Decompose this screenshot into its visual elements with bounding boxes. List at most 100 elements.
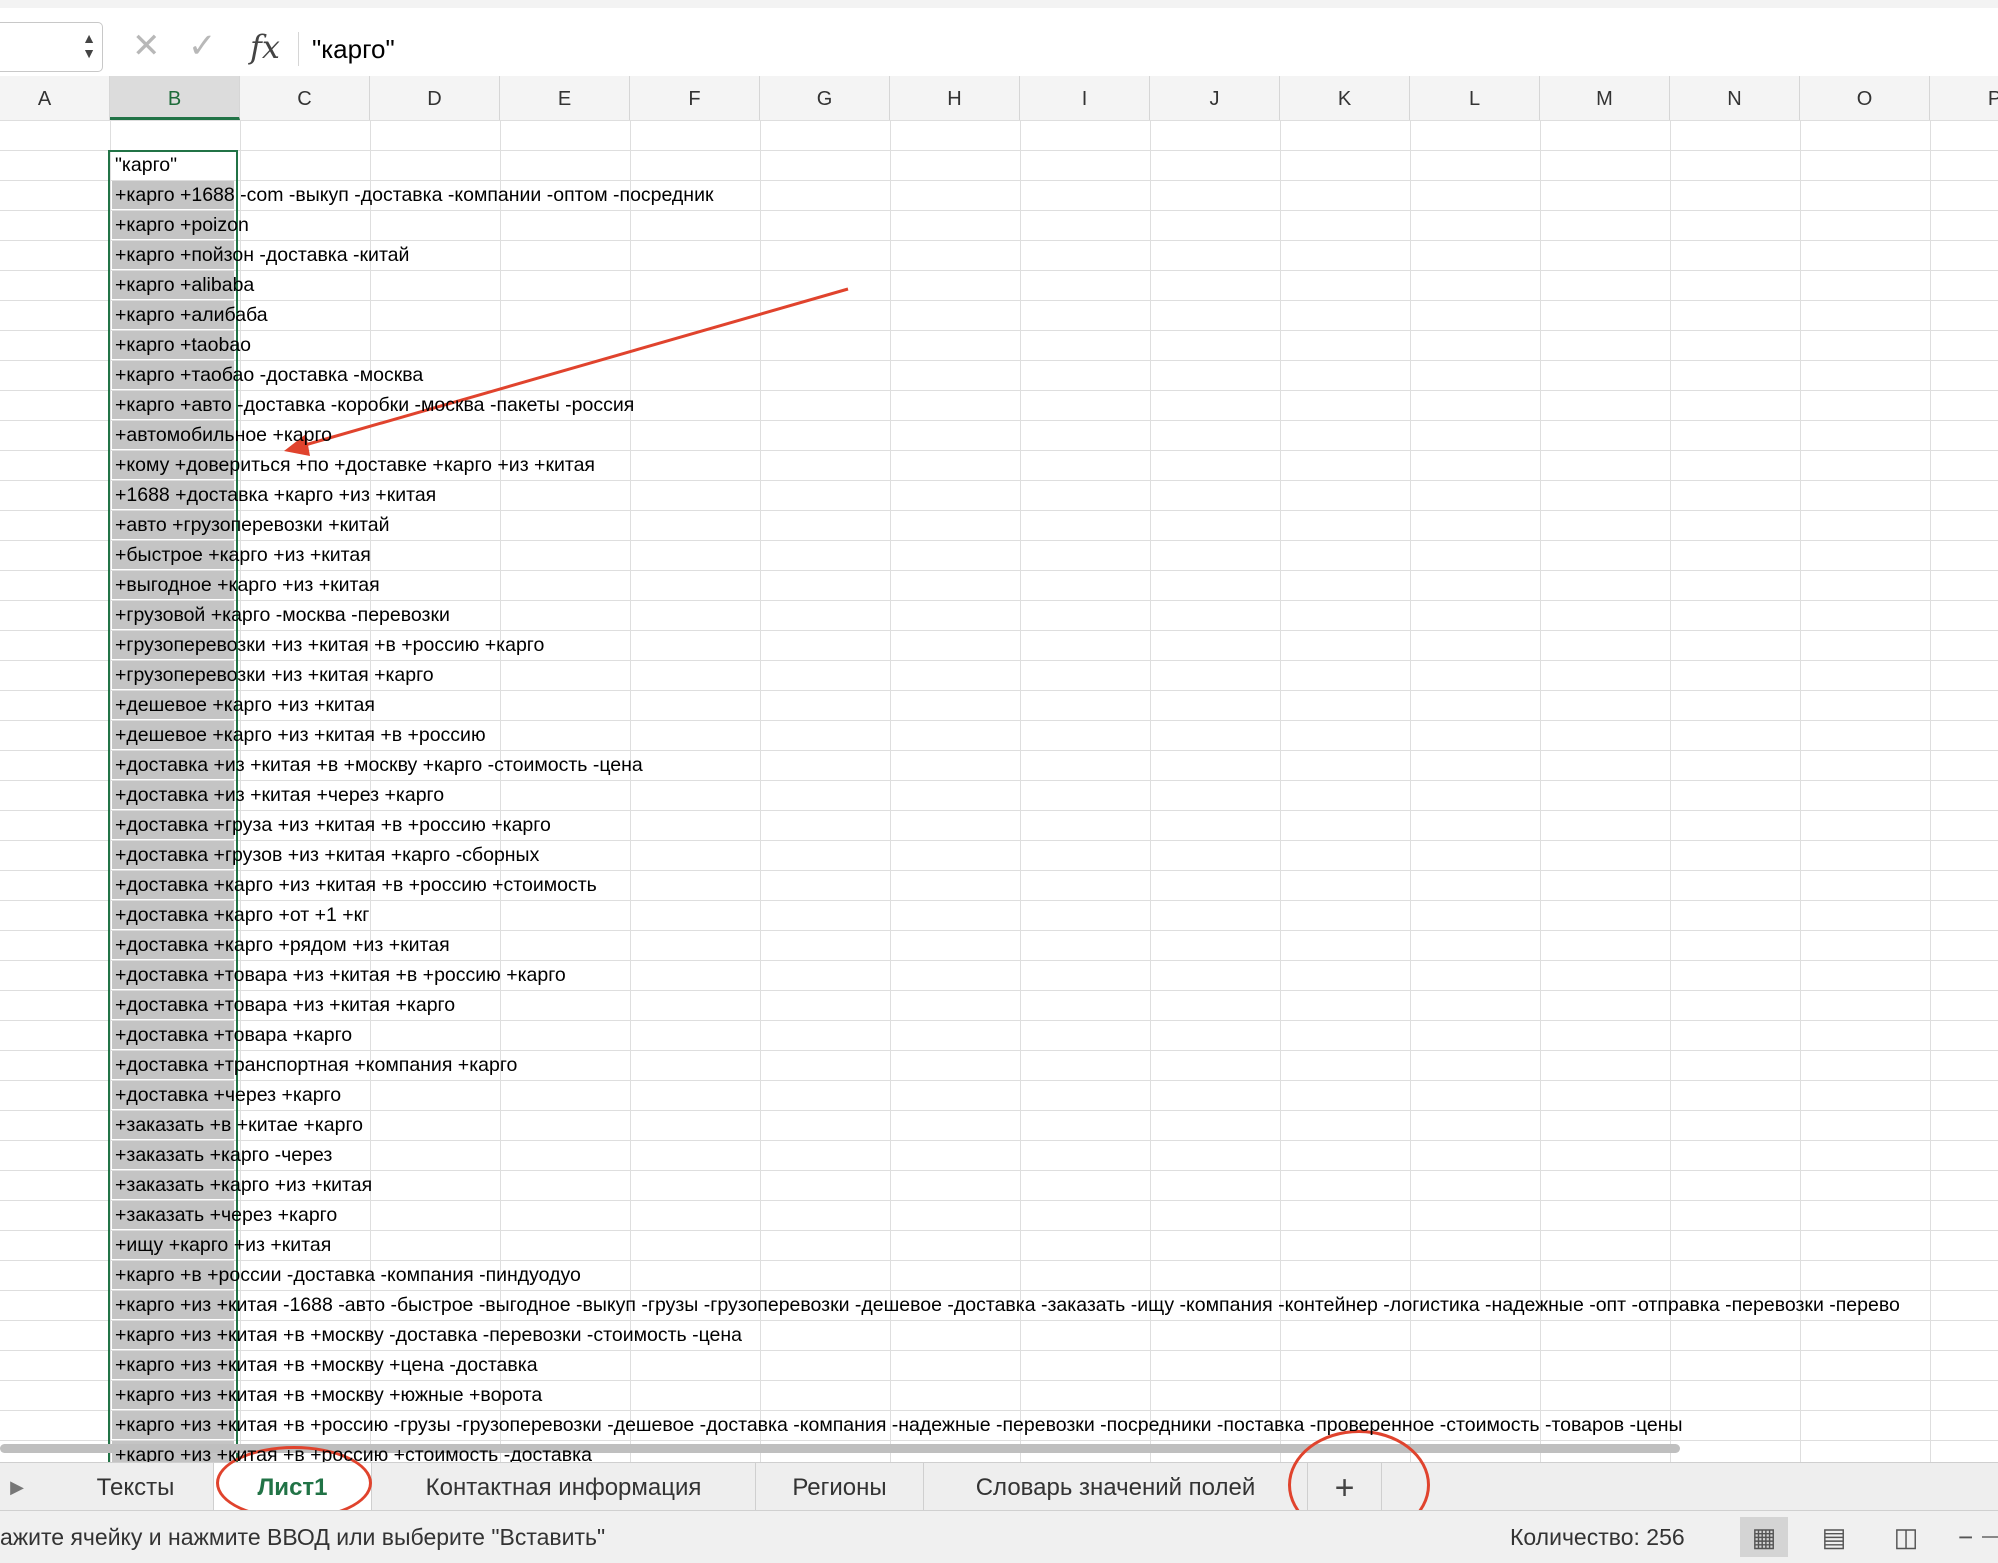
x-icon[interactable]: ✕ [132, 26, 161, 66]
cell-text: +автомобильное +карго [115, 424, 333, 446]
cell-b[interactable]: +доставка +карго +из +китая +в +россию +… [112, 871, 597, 899]
tab-field-dictionary[interactable]: Словарь значений полей [924, 1463, 1308, 1511]
column-header-k[interactable]: K [1280, 76, 1410, 120]
cell-b[interactable]: +карго +из +китая +в +москву +южные +вор… [112, 1381, 542, 1409]
tab-sheet1[interactable]: Лист1 [214, 1463, 372, 1511]
page-layout-icon[interactable]: ▤ [1810, 1517, 1858, 1557]
zoom-out-icon[interactable]: − [1958, 1511, 1973, 1563]
formula-input[interactable]: "карго" [312, 34, 395, 65]
sheet-grid[interactable]: "карго" +карго +1688 -com -выкуп -доставк… [0, 120, 1998, 1462]
column-header-c[interactable]: C [240, 76, 370, 120]
cell-text: +грузовой +карго -москва -перевозки [115, 604, 450, 626]
cell-b[interactable]: +авто +грузоперевозки +китай [112, 511, 390, 539]
cell-b[interactable]: +заказать +карго +из +китая [112, 1171, 372, 1199]
window-top-strip [0, 0, 1998, 8]
column-header-j[interactable]: J [1150, 76, 1280, 120]
cell-text: +карго +из +китая +в +россию +стоимость … [115, 1444, 592, 1462]
cell-b[interactable]: +доставка +транспортная +компания +карго [112, 1051, 517, 1079]
table-row: +доставка +груза +из +китая +в +россию +… [0, 810, 1998, 840]
cell-b[interactable]: +грузоперевозки +из +китая +в +россию +к… [112, 631, 544, 659]
cell-b[interactable]: +доставка +грузов +из +китая +карго -сбо… [112, 841, 539, 869]
cell-b[interactable]: +кому +довериться +по +доставке +карго +… [112, 451, 595, 479]
cell-b[interactable]: +карго +пойзон -доставка -китай [112, 241, 409, 269]
table-row: +доставка +карго +рядом +из +китая [0, 930, 1998, 960]
cell-b[interactable]: +заказать +карго -через [112, 1141, 332, 1169]
column-header-e[interactable]: E [500, 76, 630, 120]
cell-b[interactable]: +карго +из +китая +в +москву -доставка -… [112, 1321, 742, 1349]
cell-b[interactable]: +карго +из +китая -1688 -авто -быстрое -… [112, 1291, 1900, 1319]
cell-b[interactable]: +1688 +доставка +карго +из +китая [112, 481, 436, 509]
cell-b[interactable]: +карго +из +китая +в +россию -грузы -гру… [112, 1411, 1683, 1439]
cell-b[interactable]: +доставка +из +китая +в +москву +карго -… [112, 751, 643, 779]
cell-b[interactable]: +карго +таобао -доставка -москва [112, 361, 423, 389]
cell-b[interactable]: +карго +авто -доставка -коробки -москва … [112, 391, 634, 419]
cell-b[interactable]: +доставка +через +карго [112, 1081, 341, 1109]
table-row: +кому +довериться +по +доставке +карго +… [0, 450, 1998, 480]
cell-b[interactable]: +карго +из +китая +в +москву +цена -дост… [112, 1351, 538, 1379]
cell-b[interactable]: +карго +poizon [112, 211, 249, 239]
column-header-h[interactable]: H [890, 76, 1020, 120]
cell-b[interactable]: +дешевое +карго +из +китая +в +россию [112, 721, 486, 749]
tab-contact-info[interactable]: Контактная информация [372, 1463, 756, 1511]
cell-text: +доставка +из +китая +через +карго [115, 784, 445, 806]
cell-b[interactable]: "карго" [112, 151, 177, 179]
column-header-l[interactable]: L [1410, 76, 1540, 120]
table-row: +доставка +из +китая +в +москву +карго -… [0, 750, 1998, 780]
column-header-n[interactable]: N [1670, 76, 1800, 120]
cell-b[interactable]: +карго +в +россии -доставка -компания -п… [112, 1261, 581, 1289]
cell-b[interactable]: +доставка +товара +из +китая +в +россию … [112, 961, 566, 989]
cell-b[interactable]: +карго +1688 -com -выкуп -доставка -комп… [112, 181, 714, 209]
column-header-d[interactable]: D [370, 76, 500, 120]
cell-text: +заказать +карго -через [115, 1144, 333, 1166]
cell-b[interactable]: +доставка +карго +рядом +из +китая [112, 931, 450, 959]
column-header-m[interactable]: M [1540, 76, 1670, 120]
table-row: +доставка +через +карго [0, 1080, 1998, 1110]
cell-b[interactable]: +доставка +груза +из +китая +в +россию +… [112, 811, 551, 839]
page-break-icon[interactable]: ◫ [1882, 1517, 1930, 1557]
cell-b[interactable]: +доставка +карго +от +1 +кг [112, 901, 369, 929]
cell-b[interactable]: +доставка +из +китая +через +карго [112, 781, 444, 809]
name-box-stepper-icon[interactable]: ▲ ▼ [82, 31, 96, 61]
cell-b[interactable]: +карго +алибаба [112, 301, 268, 329]
cell-b[interactable]: +заказать +в +китае +карго [112, 1111, 363, 1139]
column-header-a[interactable]: A [0, 76, 110, 120]
column-header-o[interactable]: O [1800, 76, 1930, 120]
column-header-f[interactable]: F [630, 76, 760, 120]
check-icon[interactable]: ✓ [188, 26, 217, 66]
table-row: +доставка +товара +карго [0, 1020, 1998, 1050]
cell-b[interactable]: +выгодное +карго +из +китая [112, 571, 380, 599]
table-row: +карго +из +китая +в +москву +цена -дост… [0, 1350, 1998, 1380]
cell-text: +карго +в +россии -доставка -компания -п… [115, 1264, 581, 1286]
column-header-b[interactable]: B [110, 76, 240, 120]
cell-b[interactable]: +доставка +товара +из +китая +карго [112, 991, 455, 1019]
play-icon[interactable]: ▶ [0, 1463, 34, 1511]
cell-b[interactable]: +доставка +товара +карго [112, 1021, 352, 1049]
column-header-p[interactable]: P [1930, 76, 1998, 120]
zoom-slider[interactable] [1982, 1536, 1998, 1538]
add-sheet-button[interactable]: + [1308, 1463, 1382, 1511]
fx-icon[interactable]: fx [250, 28, 280, 66]
status-bar: ажите ячейку и нажмите ВВОД или выберите… [0, 1510, 1998, 1563]
cell-b[interactable]: +быстрое +карго +из +китая [112, 541, 371, 569]
tab-texts[interactable]: Тексты [58, 1463, 214, 1511]
cell-b[interactable]: +карго +alibaba [112, 271, 254, 299]
cell-b[interactable]: +грузовой +карго -москва -перевозки [112, 601, 450, 629]
table-row: +карго +алибаба [0, 300, 1998, 330]
cell-b[interactable]: +грузоперевозки +из +китая +карго [112, 661, 434, 689]
cell-b[interactable]: +автомобильное +карго [112, 421, 332, 449]
cell-text: +доставка +товара +из +китая +карго [115, 994, 456, 1016]
name-box[interactable]: ▲ ▼ [0, 22, 103, 72]
column-headers: ABCDEFGHIJKLMNOP [0, 76, 1998, 121]
cell-b[interactable]: +заказать +через +карго [112, 1201, 337, 1229]
formula-divider [298, 32, 299, 66]
cell-b[interactable]: +ищу +карго +из +китая [112, 1231, 331, 1259]
normal-view-icon[interactable]: ▦ [1740, 1517, 1788, 1557]
cell-b[interactable]: +карго +из +китая +в +россию +стоимость … [112, 1441, 592, 1462]
column-header-i[interactable]: I [1020, 76, 1150, 120]
table-row: "карго" [0, 150, 1998, 180]
column-header-g[interactable]: G [760, 76, 890, 120]
cell-b[interactable]: +дешевое +карго +из +китая [112, 691, 375, 719]
cell-b[interactable]: +карго +taobao [112, 331, 251, 359]
cell-text: +карго +пойзон -доставка -китай [115, 244, 410, 266]
tab-regions[interactable]: Регионы [756, 1463, 924, 1511]
